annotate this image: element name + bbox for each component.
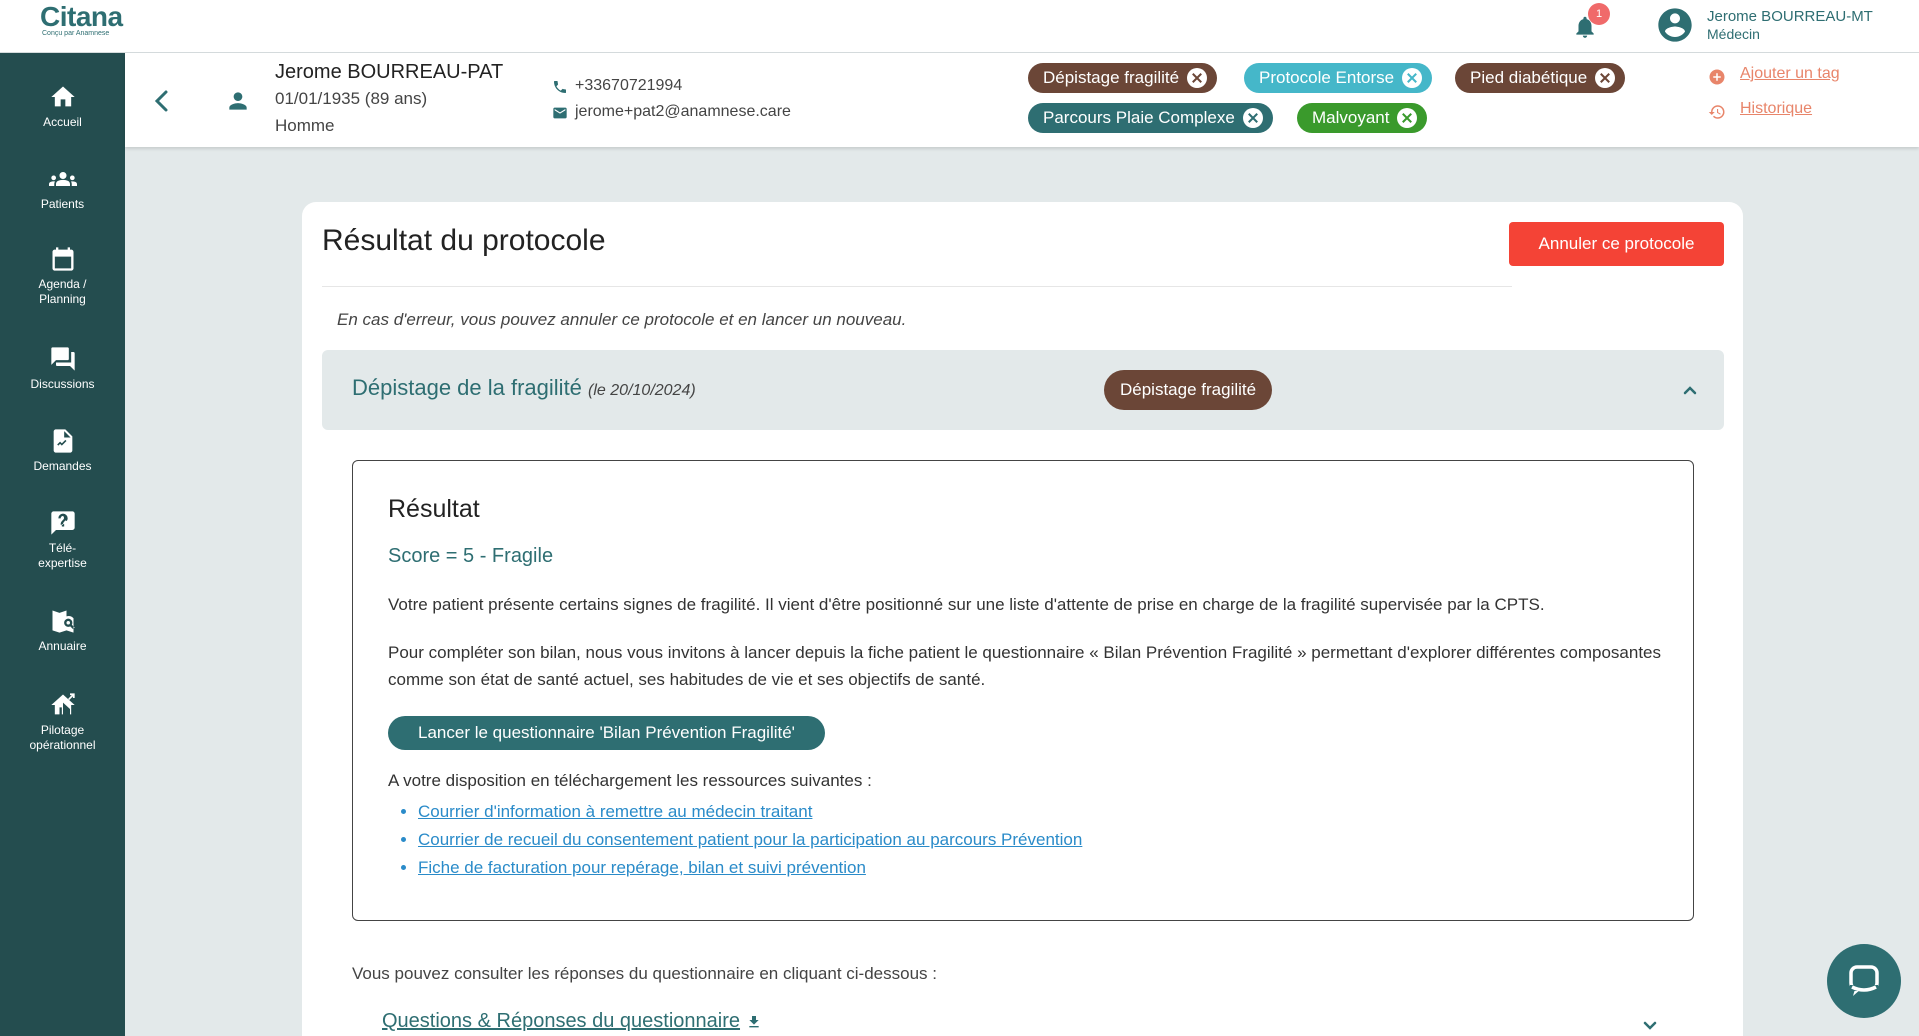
launch-questionnaire-button[interactable]: Lancer le questionnaire 'Bilan Préventio… xyxy=(388,716,825,750)
tag-depistage-fragilite[interactable]: Dépistage fragilité xyxy=(1028,63,1218,93)
app-logo[interactable]: Citana Conçu par Anamnese xyxy=(40,1,123,38)
tag-parcours-plaie-complexe[interactable]: Parcours Plaie Complexe xyxy=(1028,103,1273,133)
logo-brand: Citana xyxy=(40,1,123,32)
question-icon xyxy=(50,511,75,535)
tag-label: Parcours Plaie Complexe xyxy=(1043,108,1235,127)
protocol-badge: Dépistage fragilité xyxy=(1104,370,1273,410)
user-avatar-icon[interactable] xyxy=(1655,5,1695,45)
result-score: Score = 5 - Fragile xyxy=(388,545,554,567)
result-box: Résultat Score = 5 - Fragile Votre patie… xyxy=(352,460,1694,921)
download-link-facturation[interactable]: Fiche de facturation pour repérage, bila… xyxy=(418,858,866,877)
document-icon xyxy=(53,429,72,453)
list-item: Courrier d'information à remettre au méd… xyxy=(418,798,1082,826)
chat-icon xyxy=(50,347,75,371)
patient-phone[interactable]: +33670721994 xyxy=(554,77,683,95)
chevron-down-icon[interactable] xyxy=(1640,1016,1660,1036)
downloads-intro: A votre disposition en téléchargement le… xyxy=(388,771,872,790)
result-paragraph-1: Votre patient présente certains signes d… xyxy=(388,595,1545,614)
support-chat-button[interactable] xyxy=(1827,944,1901,1018)
calendar-icon xyxy=(52,247,73,271)
cancel-protocol-button[interactable]: Annuler ce protocole xyxy=(1509,222,1724,266)
tag-label: Pied diabétique xyxy=(1470,68,1588,87)
accordion-date: (le 20/10/2024) xyxy=(588,382,696,399)
sidebar-item-label: Demandes xyxy=(33,459,92,473)
remove-tag-icon[interactable] xyxy=(1595,68,1616,88)
add-circle-icon[interactable] xyxy=(1708,68,1726,86)
user-role: Médecin xyxy=(1707,26,1760,42)
consult-text: Vous pouvez consulter les réponses du qu… xyxy=(352,964,937,983)
patient-name: Jerome BOURREAU-PAT xyxy=(275,61,504,83)
email-text: jerome+pat2@anamnese.care xyxy=(575,103,791,120)
patient-header: Jerome BOURREAU-PAT 01/01/1935 (89 ans) … xyxy=(125,53,1919,147)
patient-sex: Homme xyxy=(275,116,335,135)
remove-tag-icon[interactable] xyxy=(1402,68,1423,88)
downloads-list: Courrier d'information à remettre au méd… xyxy=(418,798,1082,882)
map-search-icon xyxy=(52,610,75,633)
qa-link-text: Questions & Réponses du questionnaire xyxy=(382,1010,741,1032)
result-title: Résultat xyxy=(388,495,480,523)
sidebar-item-label: Agenda / Planning xyxy=(38,277,87,306)
result-paragraph-2: Pour compléter son bilan, nous vous invi… xyxy=(388,643,1661,689)
sidebar-item-annuaire[interactable]: Annuaire xyxy=(0,607,125,654)
protocol-accordion-header[interactable]: Dépistage de la fragilité (le 20/10/2024… xyxy=(322,350,1724,430)
add-tag-link[interactable]: Ajouter un tag xyxy=(1740,65,1840,83)
home-chart-icon xyxy=(50,693,75,715)
remove-tag-icon[interactable] xyxy=(1242,108,1263,128)
tag-label: Dépistage fragilité xyxy=(1043,68,1180,87)
home-icon xyxy=(50,86,75,107)
remove-tag-icon[interactable] xyxy=(1187,68,1208,88)
download-icon xyxy=(749,1015,759,1028)
tag-protocole-entorse[interactable]: Protocole Entorse xyxy=(1244,63,1433,93)
sidebar-item-label: Discussions xyxy=(30,377,95,391)
top-bar: Citana Conçu par Anamnese 1 Jerome BOURR… xyxy=(0,0,1919,53)
list-item: Fiche de facturation pour repérage, bila… xyxy=(418,854,1082,882)
tag-label: Malvoyant xyxy=(1312,108,1390,127)
sidebar-item-label: Patients xyxy=(40,197,85,211)
sidebar: Accueil Patients Agenda / Planning Discu… xyxy=(0,53,125,1036)
history-link[interactable]: Historique xyxy=(1740,100,1812,118)
sidebar-item-accueil[interactable]: Accueil xyxy=(0,83,125,130)
page-title: Résultat du protocole xyxy=(322,224,606,257)
sidebar-item-tele-expertise[interactable]: Télé-expertise xyxy=(0,509,125,571)
sidebar-item-discussions[interactable]: Discussions xyxy=(0,345,125,392)
tag-malvoyant[interactable]: Malvoyant xyxy=(1297,103,1428,133)
divider xyxy=(322,286,1512,287)
tag-label: Protocole Entorse xyxy=(1259,68,1395,87)
user-name[interactable]: Jerome BOURREAU-MT xyxy=(1707,8,1873,25)
sidebar-item-label: Annuaire xyxy=(38,639,87,653)
list-item: Courrier de recueil du consentement pati… xyxy=(418,826,1082,854)
sidebar-item-label: Télé-expertise xyxy=(38,541,87,570)
chat-bubble-icon xyxy=(1849,965,1879,996)
phone-text: +33670721994 xyxy=(575,77,683,94)
sidebar-item-label: Accueil xyxy=(43,115,82,129)
history-icon[interactable] xyxy=(1708,103,1726,121)
patient-dob: 01/01/1935 (89 ans) xyxy=(275,89,428,108)
download-link-courrier-medecin[interactable]: Courrier d'information à remettre au méd… xyxy=(418,802,812,821)
people-icon xyxy=(48,172,77,186)
accordion-title: Dépistage de la fragilité (le 20/10/2024… xyxy=(352,375,696,401)
notification-badge: 1 xyxy=(1588,3,1610,25)
sidebar-item-pilotage[interactable]: Pilotage opérationnel xyxy=(0,691,125,753)
qa-questionnaire-link[interactable]: Questions & Réponses du questionnaire xyxy=(382,1010,762,1033)
back-arrow-icon[interactable] xyxy=(152,86,172,116)
mail-icon xyxy=(553,107,567,119)
tag-pied-diabetique[interactable]: Pied diabétique xyxy=(1455,63,1626,93)
sidebar-item-agenda[interactable]: Agenda / Planning xyxy=(0,245,125,307)
sidebar-item-demandes[interactable]: Demandes xyxy=(0,427,125,474)
sidebar-item-patients[interactable]: Patients xyxy=(0,165,125,212)
person-icon xyxy=(229,92,247,110)
chevron-up-icon[interactable] xyxy=(1680,380,1700,400)
accordion-title-text: Dépistage de la fragilité xyxy=(352,375,582,400)
remove-tag-icon[interactable] xyxy=(1397,108,1418,128)
phone-icon xyxy=(554,81,566,93)
cancel-note: En cas d'erreur, vous pouvez annuler ce … xyxy=(337,310,907,329)
patient-email[interactable]: jerome+pat2@anamnese.care xyxy=(553,103,791,121)
protocol-result-card: Résultat du protocole Annuler ce protoco… xyxy=(302,202,1743,1036)
sidebar-item-label: Pilotage opérationnel xyxy=(29,723,96,752)
download-link-consentement[interactable]: Courrier de recueil du consentement pati… xyxy=(418,830,1082,849)
